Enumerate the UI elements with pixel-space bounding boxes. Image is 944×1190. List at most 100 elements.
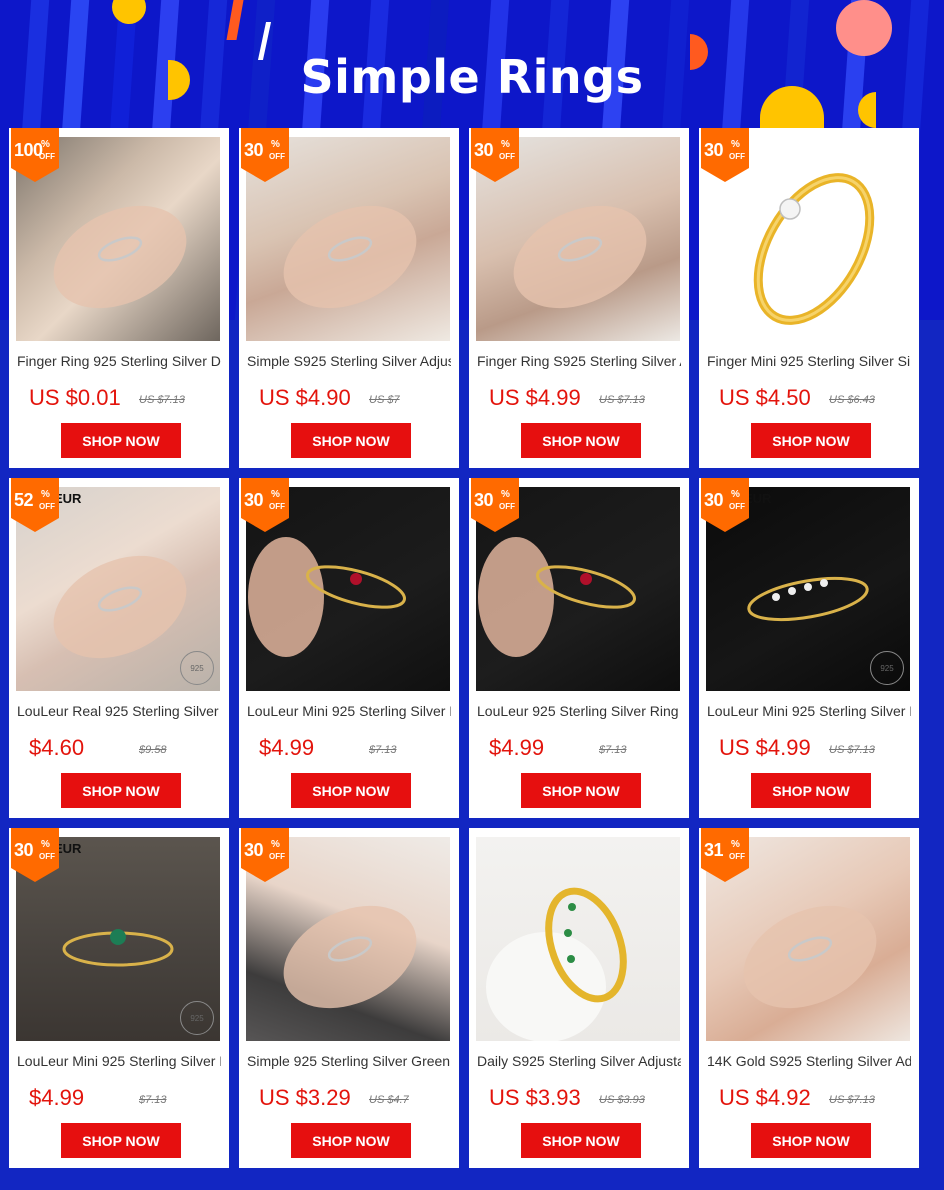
- off-label: OFF: [729, 852, 745, 861]
- original-price: US $7: [369, 394, 400, 406]
- discount-value: 31: [704, 840, 724, 860]
- product-title[interactable]: Finger Mini 925 Sterling Silver Simple Z…: [707, 352, 911, 370]
- product-card[interactable]: EUR 925 52 % OFF LouLeur Real 925 Sterli…: [9, 478, 229, 818]
- shop-now-button[interactable]: SHOP NOW: [521, 423, 641, 458]
- discount-value: 30: [474, 140, 494, 160]
- product-image[interactable]: [476, 837, 680, 1041]
- discount-value: 30: [14, 840, 34, 860]
- sale-price: $4.99: [489, 735, 545, 760]
- shop-now-button[interactable]: SHOP NOW: [751, 1123, 871, 1158]
- off-label: OFF: [729, 152, 745, 161]
- product-card[interactable]: Daily S925 Sterling Silver Adjustable 18…: [469, 828, 689, 1168]
- discount-value: 30: [244, 140, 264, 160]
- off-label: OFF: [269, 852, 285, 861]
- product-card[interactable]: 30 % OFF Simple S925 Sterling Silver Adj…: [239, 128, 459, 468]
- original-price: US $4.7: [369, 1094, 409, 1106]
- sale-price: US $3.29: [259, 1085, 351, 1110]
- shop-now-button[interactable]: SHOP NOW: [751, 423, 871, 458]
- sale-price: $4.99: [29, 1085, 85, 1110]
- product-card[interactable]: EUR 925 30 % OFF LouLeur Mini 925 Sterli…: [9, 828, 229, 1168]
- discount-badge: 30 % OFF: [241, 828, 289, 882]
- percent-sign: %: [731, 489, 740, 500]
- off-label: OFF: [269, 502, 285, 511]
- percent-sign: %: [271, 139, 280, 150]
- off-label: OFF: [39, 152, 55, 161]
- product-card[interactable]: 30 % OFF Finger Ring S925 Sterling Silve…: [469, 128, 689, 468]
- percent-sign: %: [501, 489, 510, 500]
- shop-now-button[interactable]: SHOP NOW: [61, 423, 181, 458]
- sale-price: US $4.99: [489, 385, 581, 410]
- original-price: $9.58: [139, 744, 167, 756]
- sale-price: US $4.99: [719, 735, 811, 760]
- sale-price: US $3.93: [489, 1085, 581, 1110]
- product-grid: 100 % OFF Finger Ring 925 Sterling Silve…: [9, 128, 919, 1168]
- product-title[interactable]: Finger Ring 925 Sterling Silver Design L…: [17, 352, 221, 370]
- percent-sign: %: [271, 839, 280, 850]
- sale-price: $4.60: [29, 735, 85, 760]
- original-price: $7.13: [139, 1094, 167, 1106]
- sale-price: US $4.50: [719, 385, 811, 410]
- product-title[interactable]: Daily S925 Sterling Silver Adjustable 18…: [477, 1052, 681, 1070]
- original-price: US $7.13: [139, 394, 185, 406]
- discount-badge: 52 % OFF: [11, 478, 59, 532]
- discount-badge: 30 % OFF: [241, 128, 289, 182]
- shop-now-button[interactable]: SHOP NOW: [291, 1123, 411, 1158]
- product-card[interactable]: 30 % OFF LouLeur Mini 925 Sterling Silve…: [239, 478, 459, 818]
- discount-value: 30: [244, 490, 264, 510]
- discount-badge: 30 % OFF: [11, 828, 59, 882]
- discount-badge: 100 % OFF: [11, 128, 59, 182]
- product-card[interactable]: 30 % OFF Simple 925 Sterling Silver Gree…: [239, 828, 459, 1168]
- discount-value: 30: [704, 140, 724, 160]
- silver-seal-icon: 925: [180, 651, 214, 685]
- off-label: OFF: [39, 852, 55, 861]
- product-card[interactable]: 31 % OFF 14K Gold S925 Sterling Silver A…: [699, 828, 919, 1168]
- silver-seal-icon: 925: [180, 1001, 214, 1035]
- percent-sign: %: [731, 139, 740, 150]
- sale-price: $4.99: [259, 735, 315, 760]
- percent-sign: %: [271, 489, 280, 500]
- product-card[interactable]: 30 % OFF LouLeur 925 Sterling Silver Rin…: [469, 478, 689, 818]
- discount-badge: 30 % OFF: [471, 128, 519, 182]
- product-title[interactable]: LouLeur Mini 925 Sterling Silver Ring Gr…: [17, 1052, 221, 1070]
- shop-now-button[interactable]: SHOP NOW: [521, 773, 641, 808]
- shop-now-button[interactable]: SHOP NOW: [751, 773, 871, 808]
- product-title[interactable]: LouLeur Real 925 Sterling Silver Black E…: [17, 702, 221, 720]
- product-title[interactable]: 14K Gold S925 Sterling Silver Adjustable…: [707, 1052, 911, 1070]
- discount-value: 52: [14, 490, 34, 510]
- product-title[interactable]: LouLeur Mini 925 Sterling Silver Ring Re…: [247, 702, 451, 720]
- off-label: OFF: [499, 502, 515, 511]
- product-title[interactable]: Simple S925 Sterling Silver Adjustable H…: [247, 352, 451, 370]
- shop-now-button[interactable]: SHOP NOW: [291, 423, 411, 458]
- percent-sign: %: [41, 139, 50, 150]
- discount-value: 30: [244, 840, 264, 860]
- product-title[interactable]: LouLeur 925 Sterling Silver Ring Mini Zi…: [477, 702, 681, 720]
- product-card[interactable]: EUR 925 30 % OFF LouLeur Mini 925 Sterli…: [699, 478, 919, 818]
- product-title[interactable]: Simple 925 Sterling Silver Green Zircon …: [247, 1052, 451, 1070]
- product-card[interactable]: 30 % OFF Finger Mini 925 Sterling Silver…: [699, 128, 919, 468]
- product-title[interactable]: LouLeur Mini 925 Sterling Silver Ring Zi…: [707, 702, 911, 720]
- product-card[interactable]: 100 % OFF Finger Ring 925 Sterling Silve…: [9, 128, 229, 468]
- discount-value: 30: [474, 490, 494, 510]
- off-label: OFF: [499, 152, 515, 161]
- discount-badge: 30 % OFF: [241, 478, 289, 532]
- page-title: Simple Rings: [300, 50, 644, 104]
- shop-now-button[interactable]: SHOP NOW: [61, 1123, 181, 1158]
- original-price: US $3.93: [599, 1094, 645, 1106]
- percent-sign: %: [731, 839, 740, 850]
- shop-now-button[interactable]: SHOP NOW: [61, 773, 181, 808]
- discount-value: 30: [704, 490, 724, 510]
- sale-price: US $0.01: [29, 385, 121, 410]
- off-label: OFF: [729, 502, 745, 511]
- original-price: US $7.13: [829, 744, 875, 756]
- original-price: $7.13: [369, 744, 397, 756]
- original-price: $7.13: [599, 744, 627, 756]
- discount-badge: 31 % OFF: [701, 828, 749, 882]
- original-price: US $7.13: [829, 1094, 875, 1106]
- shop-now-button[interactable]: SHOP NOW: [521, 1123, 641, 1158]
- sale-price: US $4.90: [259, 385, 351, 410]
- percent-sign: %: [501, 139, 510, 150]
- product-title[interactable]: Finger Ring S925 Sterling Silver Adjusta…: [477, 352, 681, 370]
- shop-now-button[interactable]: SHOP NOW: [291, 773, 411, 808]
- sale-price: US $4.92: [719, 1085, 811, 1110]
- silver-seal-icon: 925: [870, 651, 904, 685]
